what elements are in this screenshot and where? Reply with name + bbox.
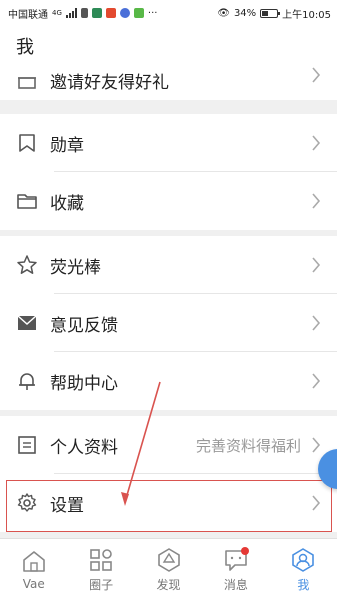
tab-label: 发现 [156, 577, 181, 592]
tab-vae[interactable]: Vae [0, 539, 67, 600]
app-screen: 中国联通 4G ··· 👁 34% 上午10:05 我 邀请好友得好礼 勋章 收… [0, 0, 337, 600]
glowstick-label: 荧光棒 [50, 257, 101, 278]
favorites-label: 收藏 [50, 193, 84, 214]
tab-circle[interactable]: 圈子 [67, 539, 134, 600]
clock: 上午10:05 [282, 9, 331, 21]
document-icon [16, 434, 38, 456]
medal-icon [16, 132, 38, 154]
signal-icon [65, 8, 77, 18]
settings-label: 设置 [50, 495, 84, 516]
tab-label: Vae [22, 577, 45, 591]
bottom-nav: Vae 圈子 发现 消息 我 [0, 538, 337, 600]
feedback-label: 意见反馈 [50, 315, 118, 336]
folder-icon [16, 190, 38, 212]
app-icon-red [105, 8, 116, 18]
hourglass-icon [80, 8, 88, 18]
profile-label: 个人资料 [50, 437, 118, 458]
gear-icon [16, 492, 38, 514]
favorites-row[interactable]: 收藏 [0, 172, 337, 230]
tab-messages[interactable]: 消息 [202, 539, 269, 600]
battery-icon [260, 8, 281, 18]
star-icon [16, 254, 38, 276]
tab-label: 圈子 [89, 577, 114, 592]
badges-row[interactable]: 勋章 [0, 114, 337, 172]
house-icon [22, 551, 45, 572]
chevron-right-icon [309, 134, 323, 152]
status-bar: 中国联通 4G ··· 👁 34% 上午10:05 [0, 0, 337, 26]
chevron-right-icon [309, 256, 323, 274]
bell-icon [16, 370, 38, 392]
chevron-right-icon [309, 372, 323, 390]
badges-label: 勋章 [50, 135, 84, 156]
chevron-right-icon [309, 314, 323, 332]
gift-icon [16, 69, 38, 91]
feedback-row[interactable]: 意见反馈 [0, 294, 337, 352]
chevron-right-icon [309, 192, 323, 210]
menu-group-2: 勋章 收藏 [0, 114, 337, 230]
app-icon-blue [119, 8, 130, 18]
battery-percent: 34% [233, 7, 257, 19]
profile-hint: 完善资料得福利 [195, 436, 301, 455]
more-dots-icon: ··· [147, 7, 158, 19]
app-icon-lime [133, 8, 144, 18]
tab-label: 消息 [223, 577, 248, 592]
help-label: 帮助中心 [50, 373, 118, 394]
tab-me[interactable]: 我 [270, 539, 337, 600]
invite-label: 邀请好友得好礼 [50, 72, 169, 93]
discover-icon [157, 547, 180, 572]
network-label: 4G [52, 9, 62, 17]
profile-icon [292, 547, 315, 572]
app-icon-green [91, 8, 102, 18]
carrier-label: 中国联通 [8, 9, 48, 21]
help-row[interactable]: 帮助中心 [0, 352, 337, 410]
settings-row[interactable]: 设置 [0, 474, 337, 532]
tab-discover[interactable]: 发现 [135, 539, 202, 600]
envelope-icon [16, 312, 38, 334]
title-bar: 我 [0, 26, 337, 66]
chevron-right-icon [309, 494, 323, 512]
tab-label: 我 [297, 577, 310, 592]
grid-icon [90, 548, 112, 571]
chevron-right-icon [309, 66, 323, 84]
chevron-right-icon [309, 436, 323, 454]
menu-group-4: 个人资料 完善资料得福利 设置 [0, 416, 337, 532]
page-title: 我 [16, 37, 34, 58]
eye-icon: 👁 [217, 7, 230, 19]
menu-group-3: 荧光棒 意见反馈 帮助中心 [0, 236, 337, 410]
glowstick-row[interactable]: 荧光棒 [0, 236, 337, 294]
profile-row[interactable]: 个人资料 完善资料得福利 [0, 416, 337, 474]
